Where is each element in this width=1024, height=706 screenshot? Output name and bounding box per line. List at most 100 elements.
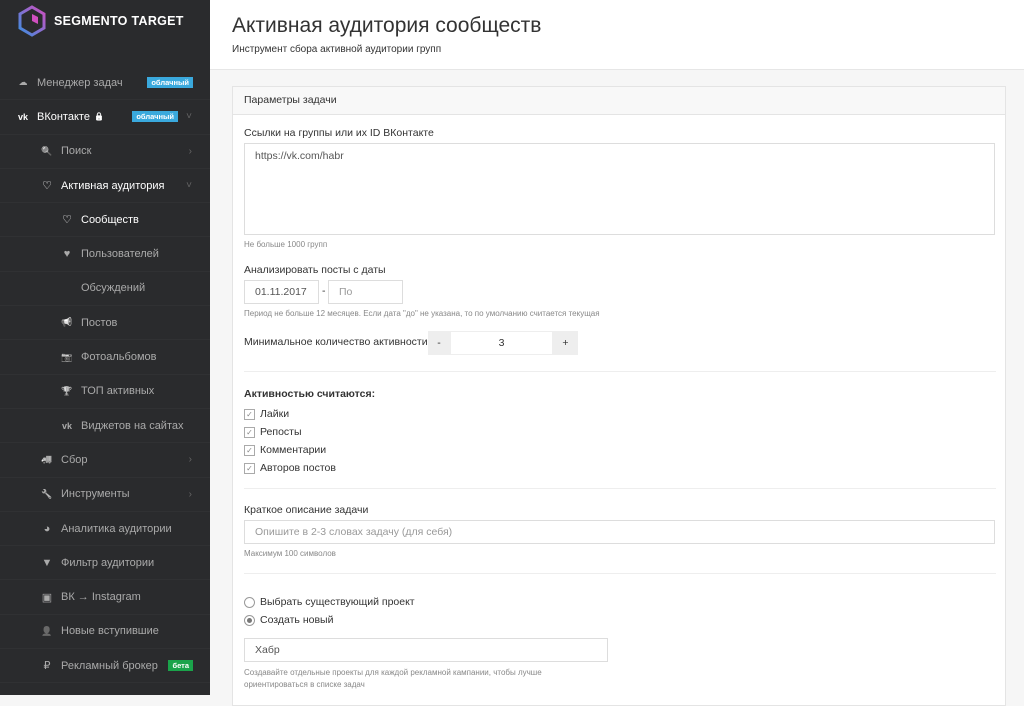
sidebar-item[interactable]: 🚚 Сбор › [0,443,210,478]
date-hint: Период не больше 12 месяцев. Если дата "… [244,309,600,318]
sidebar-item-label: ВКонтакте [37,110,90,123]
sidebar-item[interactable]: vk ВКонтакте 🔒 облачный ˅ [0,100,210,135]
min-activity-input[interactable]: 3 [450,331,553,355]
sidebar-item-label: Рекламный брокер [61,659,158,672]
desc-placeholder: Опишите в 2-3 словах задачу (для себя) [255,526,453,538]
wrench-icon: 🔧 [41,488,53,499]
checkbox-icon: ✓ [244,426,255,438]
cloud-icon: ☁ [18,77,28,88]
date-from-value: 01.11.2017 [255,286,307,298]
date-to-placeholder: По [339,286,353,298]
min-activity-label: Минимальное количество активности [244,336,428,348]
groups-textarea[interactable]: https://vk.com/habr [244,143,995,235]
sidebar-item-label: Менеджер задач [37,76,123,89]
sidebar-item[interactable]: 📷 Фотоальбомов [0,340,210,375]
radio-existing-project[interactable]: Выбрать существующий проект [244,593,415,611]
sidebar-item-label: Поиск [61,145,92,158]
heart-outline-icon: ♡ [42,180,52,193]
pie-chart-icon: ◕ [43,522,51,535]
sidebar-item[interactable]: ▣ ВК → Instagram [0,580,210,615]
sidebar: SEGMENTO TARGET ☁ Менеджер задач облачный v… [0,0,210,695]
project-hint: Создавайте отдельные проекты для каждой … [244,667,542,691]
increment-button[interactable]: + [553,331,578,355]
sidebar-item-label: ВК → Instagram [61,591,141,604]
sidebar-item[interactable]: ₽ Рекламный брокер бета [0,649,210,684]
sidebar-item[interactable]: 📢 Постов [0,306,210,341]
date-label: Анализировать посты с даты [244,264,386,276]
sidebar-item[interactable]: 🔧 Инструменты › [0,478,210,512]
sidebar-item[interactable]: ♥ Пользователей [0,237,210,272]
sidebar-item[interactable]: 👤 Новые вступившие [0,615,210,650]
chevron-down-icon: ˅ [186,180,192,192]
sidebar-item-label: Фильтр аудитории [61,556,155,569]
sidebar-item[interactable]: 🏆 ТОП активных [0,375,210,409]
date-from-input[interactable]: 01.11.2017 [244,280,319,304]
vk-icon: vk [17,111,28,122]
chevron-right-icon: › [188,488,192,500]
sidebar-item-label: Фотоальбомов [81,351,157,364]
radio-new-label: Создать новый [260,614,334,626]
desc-hint: Максимум 100 символов [244,549,336,558]
checkbox-label: Лайки [260,408,290,420]
page-subtitle: Инструмент сбора активной аудитории груп… [232,44,442,55]
sidebar-item-label: ТОП активных [81,385,155,398]
panel-title: Параметры задачи [233,87,1005,115]
truck-icon: 🚚 [41,454,53,465]
sidebar-item[interactable]: ☁ Менеджер задач облачный [0,66,210,101]
trophy-icon: 🏆 [61,385,73,396]
chevron-right-icon: › [188,145,192,157]
sidebar-item-label: Аналитика аудитории [61,522,172,535]
groups-value: https://vk.com/habr [255,150,344,162]
date-to-input[interactable]: По [328,280,403,304]
search-icon: 🔍 [41,145,53,156]
sidebar-item-label: Сбор [61,453,88,466]
radio-checked-icon [244,614,255,626]
lock-icon: 🔒 [93,112,104,122]
user-plus-icon: 👤 [41,625,53,636]
sidebar-item-label: Виджетов на сайтах [81,419,184,432]
groups-label: Ссылки на группы или их ID ВКонтакте [244,127,434,139]
sidebar-item-label: Активная аудитория [61,179,165,192]
brand-name: SEGMENTO TARGET [54,14,184,28]
desc-input[interactable]: Опишите в 2-3 словах задачу (для себя) [244,520,995,544]
sidebar-item-label: Инструменты [61,488,130,501]
task-params-panel: Параметры задачи Ссылки на группы или их… [232,86,1006,706]
sidebar-item[interactable]: 🔍 Поиск › [0,135,210,169]
chevron-down-icon: ˅ [186,111,192,123]
checkbox-label: Комментарии [260,444,327,456]
heart-icon: ♥ [63,248,71,261]
instagram-icon: ▣ [41,591,53,604]
page-header: Активная аудитория сообществ Инструмент … [210,0,1024,70]
sidebar-item[interactable]: vk Виджетов на сайтах [0,409,210,444]
activity-title: Активностью считаются: [244,388,376,400]
decrement-button[interactable]: - [428,331,450,355]
project-name-input[interactable]: Хабр [244,638,608,662]
groups-hint: Не больше 1000 групп [244,240,328,249]
checkbox-icon: ✓ [244,462,255,474]
badge: облачный [132,111,178,123]
checkbox-icon: ✓ [244,408,255,420]
divider [244,371,996,372]
sidebar-item[interactable]: ▼ Фильтр аудитории [0,546,210,581]
checkbox-icon: ✓ [244,444,255,456]
sidebar-item-label: Пользователей [81,248,159,261]
sidebar-item[interactable]: Обсуждений [0,272,210,307]
activity-checkbox[interactable]: ✓ Репосты [244,423,336,441]
filter-icon: ▼ [41,556,53,569]
activity-checkbox[interactable]: ✓ Лайки [244,405,336,423]
radio-icon [244,596,255,608]
project-name-value: Хабр [255,644,280,656]
activity-checkbox[interactable]: ✓ Авторов постов [244,459,336,477]
sidebar-item-label: Обсуждений [81,282,146,295]
radio-new-project[interactable]: Создать новый [244,611,333,629]
sidebar-item[interactable]: ♡ Активная аудитория ˅ [0,169,210,204]
chevron-right-icon: › [188,454,192,466]
sidebar-item[interactable]: ♡ Сообществ [0,203,210,238]
main-content: Активная аудитория сообществ Инструмент … [210,0,1024,706]
heart-outline-icon: ♡ [62,214,72,227]
logo-icon [18,5,46,37]
activity-checkbox[interactable]: ✓ Комментарии [244,441,336,459]
divider [244,488,996,489]
sidebar-item[interactable]: ◕ Аналитика аудитории [0,512,210,547]
logo[interactable]: SEGMENTO TARGET [18,5,184,37]
